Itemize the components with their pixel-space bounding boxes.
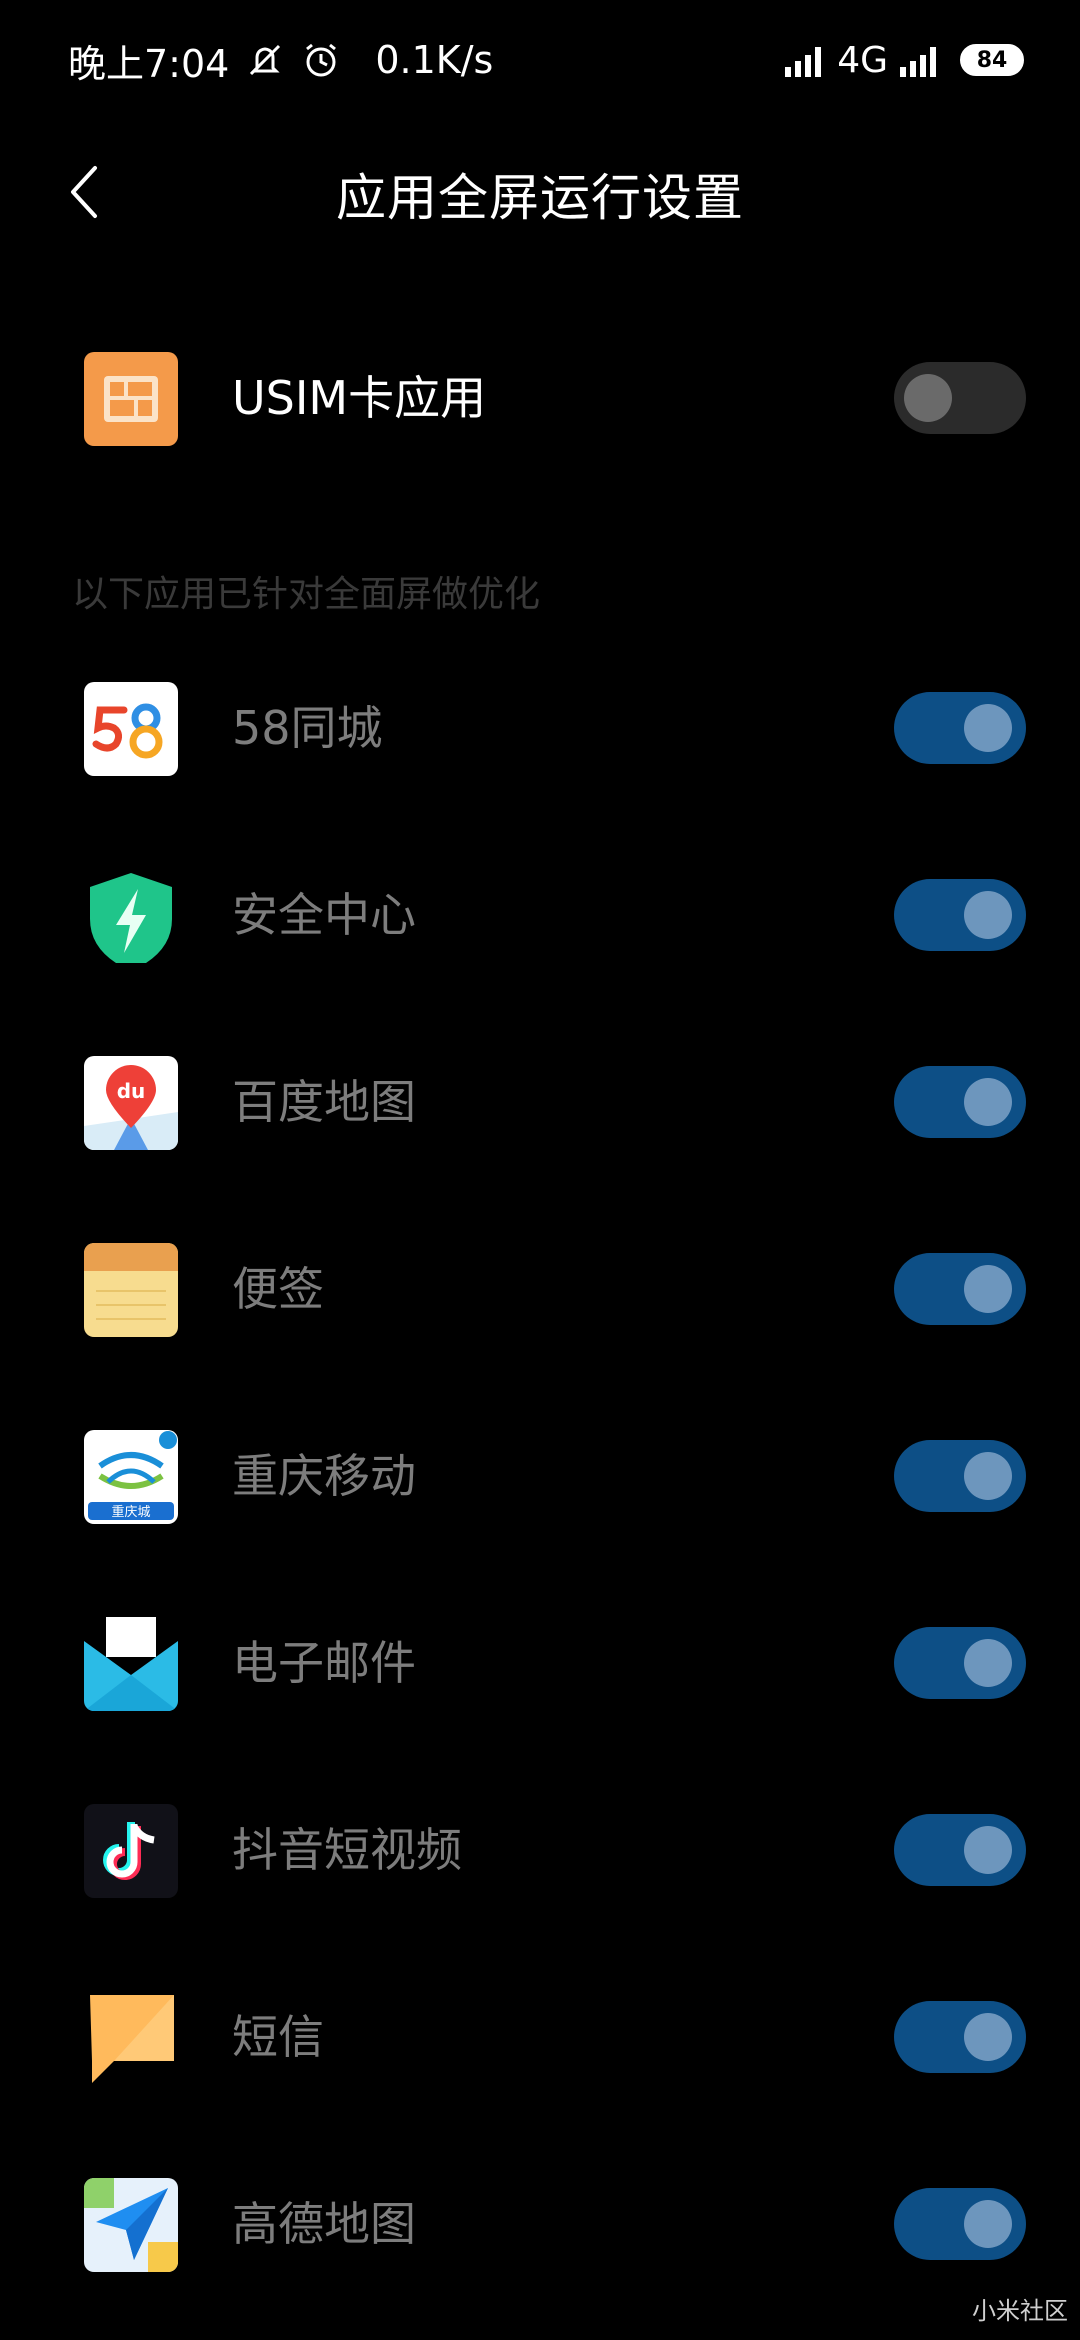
net-speed: 0.1K/s bbox=[375, 38, 494, 82]
app-label: 百度地图 bbox=[232, 1075, 416, 1129]
douyin-icon bbox=[84, 1804, 178, 1898]
toggle-knob bbox=[964, 1639, 1012, 1687]
app-row-email[interactable]: 电子邮件 bbox=[0, 1583, 1080, 1743]
sim-card-icon bbox=[84, 352, 178, 446]
toggle-knob bbox=[964, 1826, 1012, 1874]
baidu-map-icon: du bbox=[84, 1056, 178, 1150]
toggle-knob bbox=[964, 1078, 1012, 1126]
toggle-knob bbox=[964, 2013, 1012, 2061]
app-row-douyin[interactable]: 抖音短视频 bbox=[0, 1770, 1080, 1930]
app-toggle[interactable] bbox=[894, 1627, 1026, 1699]
email-icon bbox=[84, 1617, 178, 1711]
app-row-china-mobile[interactable]: 重庆城 重庆移动 bbox=[0, 1396, 1080, 1556]
app-toggle[interactable] bbox=[894, 1253, 1026, 1325]
app-label: 58同城 bbox=[232, 701, 383, 755]
status-time: 晚上7:04 bbox=[68, 41, 230, 86]
app-label: 重庆移动 bbox=[232, 1449, 416, 1503]
svg-text:du: du bbox=[117, 1079, 146, 1103]
app-row-messages[interactable]: 短信 bbox=[0, 1957, 1080, 2117]
toggle-knob bbox=[964, 1452, 1012, 1500]
app-label: 便签 bbox=[232, 1262, 324, 1316]
app-toggle[interactable] bbox=[894, 2188, 1026, 2260]
network-type: 4G bbox=[837, 39, 888, 81]
app-toggle[interactable] bbox=[894, 692, 1026, 764]
status-left: 晚上7:04 0.1K/s bbox=[68, 30, 493, 90]
title-bar: 应用全屏运行设置 bbox=[0, 118, 1080, 262]
app-toggle[interactable] bbox=[894, 1440, 1026, 1512]
messages-icon bbox=[84, 1991, 178, 2085]
watermark: 小米社区 bbox=[972, 2297, 1068, 2325]
app-row-amap[interactable]: 高德地图 bbox=[0, 2144, 1080, 2304]
amap-icon bbox=[84, 2178, 178, 2272]
hd-signal-icon bbox=[785, 47, 822, 77]
cmcc-badge-text: 重庆城 bbox=[111, 1504, 150, 1520]
app-row-baidu-map[interactable]: du 百度地图 bbox=[0, 1022, 1080, 1182]
app-row-notes[interactable]: 便签 bbox=[0, 1209, 1080, 1369]
app-row-58tongcheng[interactable]: 58同城 bbox=[0, 648, 1080, 808]
toggle-knob bbox=[904, 374, 952, 422]
app-label: 短信 bbox=[232, 2010, 324, 2064]
battery-icon: 84 bbox=[960, 44, 1024, 76]
page-title: 应用全屏运行设置 bbox=[336, 169, 744, 227]
app-toggle[interactable] bbox=[894, 2001, 1026, 2073]
toggle-knob bbox=[964, 891, 1012, 939]
app-toggle[interactable] bbox=[894, 1814, 1026, 1886]
mute-bell-icon bbox=[250, 44, 281, 76]
alarm-icon bbox=[306, 43, 337, 77]
app-toggle[interactable] bbox=[894, 1066, 1026, 1138]
app-row-security-center[interactable]: 安全中心 bbox=[0, 835, 1080, 995]
app-label: 安全中心 bbox=[232, 888, 416, 942]
usim-app-row[interactable]: USIM卡应用 bbox=[0, 318, 1080, 478]
security-center-icon bbox=[84, 869, 178, 963]
section-header: 以下应用已针对全面屏做优化 bbox=[72, 574, 541, 615]
58-tongcheng-icon bbox=[84, 682, 178, 776]
usim-app-toggle[interactable] bbox=[894, 362, 1026, 434]
app-label: 电子邮件 bbox=[232, 1636, 416, 1690]
toggle-knob bbox=[964, 2200, 1012, 2248]
app-label: 高德地图 bbox=[232, 2197, 416, 2251]
status-bar: 晚上7:04 0.1K/s 4G 84 bbox=[0, 0, 1080, 118]
toggle-knob bbox=[964, 704, 1012, 752]
usim-app-label: USIM卡应用 bbox=[232, 371, 487, 425]
app-toggle[interactable] bbox=[894, 879, 1026, 951]
toggle-knob bbox=[964, 1265, 1012, 1313]
china-mobile-icon: 重庆城 bbox=[84, 1430, 178, 1524]
status-right: 4G 84 bbox=[783, 30, 1024, 90]
app-label: 抖音短视频 bbox=[232, 1823, 462, 1877]
signal-icon bbox=[900, 47, 936, 77]
notes-icon bbox=[84, 1243, 178, 1337]
